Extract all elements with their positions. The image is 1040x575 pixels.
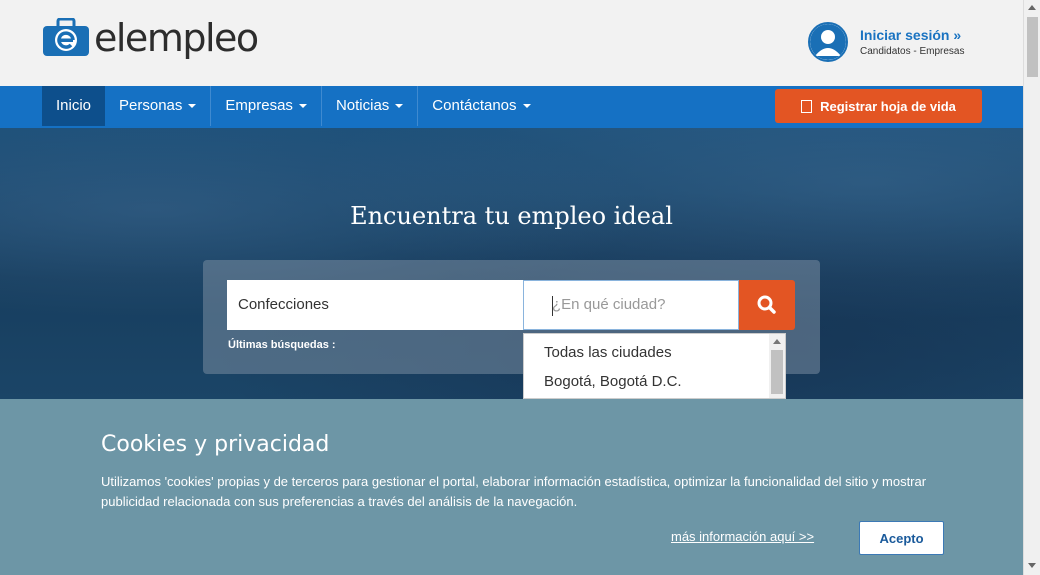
more-info-link[interactable]: más información aquí >> (671, 529, 814, 544)
city-option[interactable]: Todas las ciudades (524, 338, 785, 367)
recent-searches-label: Últimas búsquedas : (228, 339, 336, 351)
scroll-down-icon[interactable] (1028, 563, 1036, 568)
scroll-up-icon[interactable] (1028, 5, 1036, 10)
city-placeholder: ¿En qué ciudad? (552, 296, 666, 313)
city-dropdown: Todas las ciudades Bogotá, Bogotá D.C. (523, 333, 786, 399)
cookie-title: Cookies y privacidad (101, 432, 330, 457)
login-link[interactable]: Iniciar sesión » Candidatos - Empresas (808, 22, 965, 62)
hero-search-section: Encuentra tu empleo ideal Confecciones ¿… (0, 128, 1023, 400)
cookie-text: Utilizamos 'cookies' propias y de tercer… (101, 474, 927, 509)
site-header: elempleo Iniciar sesión » Candidatos - E… (0, 0, 1023, 86)
nav-item-empresas[interactable]: Empresas (211, 86, 322, 126)
search-button[interactable] (739, 280, 795, 330)
city-option[interactable]: Bogotá, Bogotá D.C. (524, 367, 785, 396)
login-title[interactable]: Iniciar sesión » (860, 27, 965, 43)
scroll-up-icon[interactable] (773, 339, 781, 344)
nav-item-label: Personas (119, 97, 183, 114)
nav-item-label: Contáctanos (432, 97, 517, 114)
page-scroll-thumb[interactable] (1027, 17, 1038, 77)
city-input[interactable]: ¿En qué ciudad? (523, 280, 739, 330)
search-icon (757, 295, 776, 314)
text-cursor (552, 296, 553, 316)
dropdown-scrollbar[interactable] (769, 334, 785, 398)
page-scrollbar[interactable] (1023, 0, 1040, 575)
cookie-banner: Cookies y privacidad Utilizamos 'cookies… (0, 399, 1023, 575)
logo-text: elempleo (94, 16, 259, 60)
nav-item-label: Empresas (225, 97, 293, 114)
nav-item-noticias[interactable]: Noticias (322, 86, 419, 126)
caret-down-icon (298, 104, 307, 109)
nav-item-personas[interactable]: Personas (105, 86, 212, 126)
dropdown-scroll-thumb[interactable] (771, 350, 783, 394)
document-icon (801, 99, 813, 113)
caret-down-icon (188, 104, 197, 109)
keyword-input[interactable]: Confecciones (227, 280, 523, 330)
accept-button[interactable]: Acepto (859, 521, 944, 555)
register-cv-label: Registrar hoja de vida (820, 98, 956, 114)
user-avatar-icon (808, 22, 848, 62)
caret-down-icon (395, 104, 404, 109)
caret-down-icon (522, 104, 531, 109)
login-subtitle: Candidatos - Empresas (860, 46, 965, 57)
briefcase-logo-icon (42, 17, 90, 58)
logo[interactable]: elempleo (42, 16, 259, 60)
hero-title: Encuentra tu empleo ideal (350, 202, 673, 230)
nav-item-label: Inicio (56, 97, 92, 114)
nav-item-contactanos[interactable]: Contáctanos (418, 86, 544, 126)
nav-item-inicio[interactable]: Inicio (42, 86, 106, 126)
main-nav: Inicio Personas Empresas Noticias Contác… (0, 86, 1023, 128)
nav-item-label: Noticias (335, 97, 390, 114)
register-cv-button[interactable]: Registrar hoja de vida (775, 89, 982, 123)
